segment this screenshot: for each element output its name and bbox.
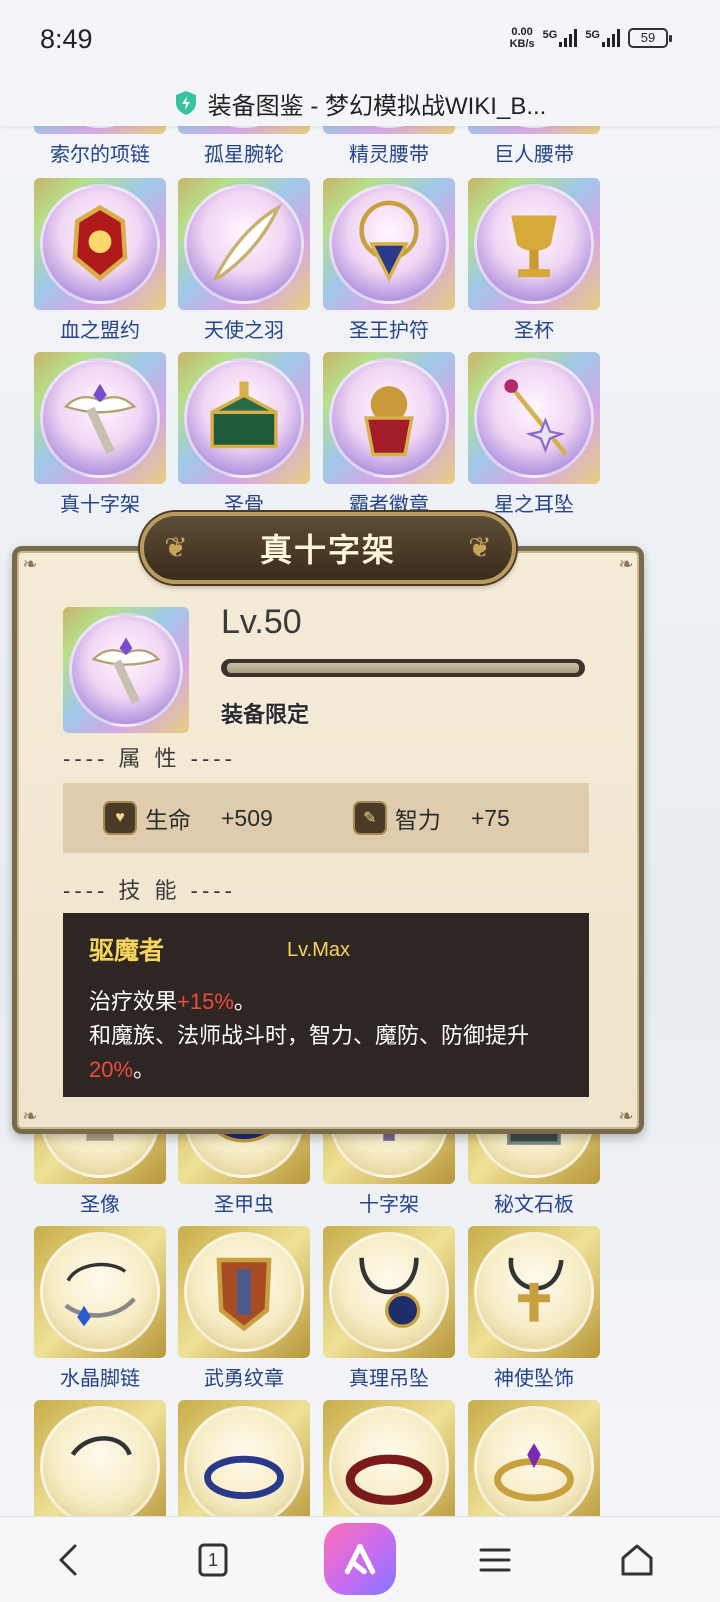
equipment-item[interactable]: 水晶脚链: [34, 1226, 170, 1391]
attributes-section-label: ---- 属 性 ----: [63, 746, 236, 771]
item-icon: [178, 126, 310, 134]
equipment-item[interactable]: 神使坠饰: [468, 1226, 604, 1391]
equipment-item[interactable]: 圣骨: [178, 352, 314, 517]
ai-logo-icon: [344, 1543, 376, 1575]
corner-ornament-icon: ❧: [22, 554, 38, 574]
equipment-detail-popup[interactable]: ❧ ❧ ❧ ❧ Lv.50 装备限定 ---- 属 性 ---- ♥ 生命 +5…: [12, 546, 644, 1134]
equipment-item[interactable]: 圣杯: [468, 178, 604, 343]
equipment-item[interactable]: 天使之羽: [178, 178, 314, 343]
item-icon: [468, 126, 600, 134]
star-earring-icon: [468, 352, 600, 484]
back-button[interactable]: [44, 1535, 94, 1585]
holy-king-amulet-icon: [323, 178, 455, 310]
browser-title-bar[interactable]: 装备图鉴 - 梦幻模拟战WIKI_B...: [0, 80, 720, 126]
skill-panel: 驱魔者 Lv.Max 治疗效果+15%。 和魔族、法师战斗时，智力、魔防、防御提…: [63, 913, 589, 1097]
home-button[interactable]: [612, 1535, 662, 1585]
equipment-level: Lv.50: [221, 603, 302, 641]
menu-icon: [479, 1548, 511, 1572]
secure-shield-icon: [175, 91, 196, 115]
truth-pendant-icon: [323, 1226, 455, 1358]
true-cross-icon: [34, 352, 166, 484]
equipment-item[interactable]: 血之盟约: [34, 178, 170, 343]
network-speed: 0.00 KB/s: [509, 26, 535, 50]
ornament-icon: ❦: [468, 532, 492, 563]
corner-ornament-icon: ❧: [618, 1106, 634, 1126]
messenger-pendant-icon: [468, 1226, 600, 1358]
page-title: 装备图鉴 - 梦幻模拟战WIKI_B...: [207, 92, 547, 120]
equipment-item[interactable]: 索尔的项链: [34, 126, 170, 167]
popup-title-banner: ❦ 真十字架 ❦: [140, 512, 516, 584]
attribute-int: ✎ 智力 +75: [352, 801, 510, 835]
item-icon: [34, 1400, 166, 1516]
equipment-item[interactable]: 巨人腰带: [468, 126, 604, 167]
signal-icon: 5G: [585, 29, 620, 47]
holy-relic-icon: [178, 352, 310, 484]
skills-section-label: ---- 技 能 ----: [63, 878, 236, 903]
equipment-item[interactable]: 真理吊坠: [323, 1226, 459, 1391]
equipment-item[interactable]: [468, 1400, 604, 1516]
battery-icon: 59: [628, 28, 672, 48]
scroll-icon: ✎: [352, 801, 387, 835]
attributes-row: ♥ 生命 +509 ✎ 智力 +75: [63, 783, 589, 853]
item-icon: [34, 126, 166, 134]
equipment-item[interactable]: [323, 1400, 459, 1516]
item-icon: [323, 126, 455, 134]
bottom-nav: 1: [0, 1516, 720, 1602]
corner-ornament-icon: ❧: [22, 1106, 38, 1126]
popup-title: 真十字架: [259, 532, 396, 568]
equipment-item[interactable]: [178, 1400, 314, 1516]
signal-icon: 5G: [543, 29, 578, 47]
heart-icon: ♥: [103, 801, 137, 835]
equipment-item[interactable]: [34, 1400, 170, 1516]
equipment-item[interactable]: 星之耳坠: [468, 352, 604, 517]
equipment-item[interactable]: 孤星腕轮: [178, 126, 314, 167]
item-icon: [468, 1400, 600, 1516]
status-icons: 0.00 KB/s 5G 5G 59: [509, 26, 672, 50]
angel-feather-icon: [178, 178, 310, 310]
corner-ornament-icon: ❧: [618, 554, 634, 574]
item-icon: [323, 1400, 455, 1516]
menu-button[interactable]: [470, 1535, 520, 1585]
overlord-badge-icon: [323, 352, 455, 484]
clock: 8:49: [40, 24, 93, 54]
blood-pact-icon: [34, 178, 166, 310]
true-cross-icon: [63, 607, 189, 733]
skill-level: Lv.Max: [287, 939, 350, 961]
back-icon: [59, 1544, 77, 1576]
equipment-item[interactable]: 真十字架: [34, 352, 170, 517]
status-bar: 8:49 0.00 KB/s 5G 5G 59: [0, 0, 720, 80]
level-progress-bar: [221, 659, 585, 677]
attribute-hp: ♥ 生命 +509: [103, 801, 273, 835]
valor-crest-icon: [178, 1226, 310, 1358]
home-icon: [621, 1544, 653, 1576]
skill-description: 治疗效果+15%。 和魔族、法师战斗时，智力、魔防、防御提升20%。: [89, 989, 530, 1082]
equipment-icon: [63, 607, 189, 733]
equipment-item[interactable]: 精灵腰带: [323, 126, 459, 167]
crystal-anklet-icon: [34, 1226, 166, 1358]
item-icon: [178, 1400, 310, 1516]
holy-grail-icon: [468, 178, 600, 310]
equipment-item[interactable]: 圣王护符: [323, 178, 459, 343]
limit-label: 装备限定: [221, 702, 310, 727]
equipment-item[interactable]: 霸者徽章: [323, 352, 459, 517]
ai-assistant-button[interactable]: [324, 1523, 396, 1595]
equipment-item[interactable]: 武勇纹章: [178, 1226, 314, 1391]
tabs-button[interactable]: 1: [188, 1535, 238, 1585]
